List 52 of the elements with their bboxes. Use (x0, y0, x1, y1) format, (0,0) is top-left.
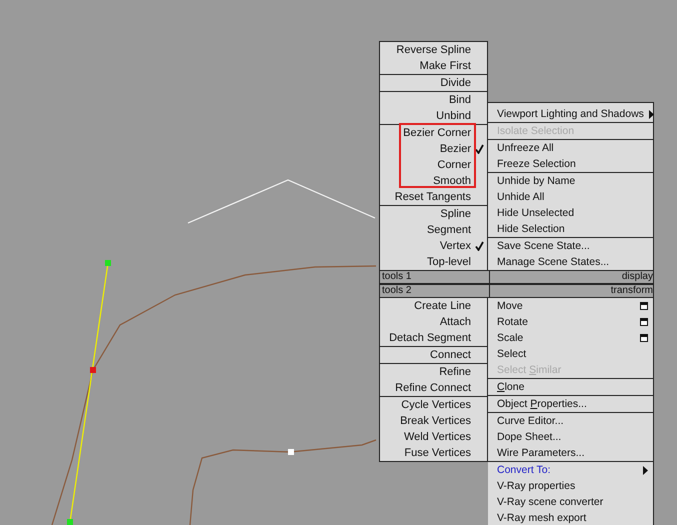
menu-item[interactable]: Hide Unselected (488, 205, 653, 221)
menu-item[interactable]: Save Scene State... (488, 238, 653, 254)
menu-item[interactable]: Bezier (380, 141, 487, 157)
menu-item[interactable]: Manage Scene States... (488, 254, 653, 270)
tangent-handle[interactable] (67, 260, 111, 525)
menu-item[interactable]: V-Ray properties (488, 478, 653, 494)
options-box-icon[interactable] (640, 334, 648, 342)
menu-item[interactable]: Refine Connect (380, 380, 487, 396)
menu-item[interactable]: Bind (380, 92, 487, 108)
quad-header-bar: tools 1 display (379, 270, 654, 284)
menu-item[interactable]: Smooth (380, 173, 487, 189)
menu-item[interactable]: Clone (488, 379, 653, 395)
menu-item[interactable]: Unfreeze All (488, 140, 653, 156)
menu-item[interactable]: Unbind (380, 108, 487, 124)
menu-item[interactable]: Freeze Selection (488, 156, 653, 172)
menu-item[interactable]: Connect (380, 347, 487, 363)
menu-item[interactable]: Unhide by Name (488, 173, 653, 189)
menu-item[interactable]: Fuse Vertices (380, 445, 487, 461)
menu-item[interactable]: Wire Parameters... (488, 445, 653, 461)
menu-item[interactable]: Curve Editor... (488, 413, 653, 429)
menu-item[interactable]: Dope Sheet... (488, 429, 653, 445)
menu-item[interactable]: Attach (380, 314, 487, 330)
menu-item[interactable]: Unhide All (488, 189, 653, 205)
options-box-icon[interactable] (640, 302, 648, 310)
menu-item[interactable]: Reverse Spline (380, 42, 487, 58)
menu-item[interactable]: Spline (380, 206, 487, 222)
menu-item[interactable]: Create Line (380, 298, 487, 314)
options-box-icon[interactable] (640, 318, 648, 326)
menu-item[interactable]: Make First (380, 58, 487, 74)
quad-header-bar: tools 2 transform (379, 284, 654, 298)
menu-item[interactable]: V-Ray mesh export (488, 510, 653, 525)
menu-item[interactable]: Cycle Vertices (380, 397, 487, 413)
menu-item[interactable]: Weld Vertices (380, 429, 487, 445)
menu-item[interactable]: Top-level (380, 254, 487, 270)
menu-item[interactable]: Bezier Corner (380, 125, 487, 141)
menu-item[interactable]: V-Ray scene converter (488, 494, 653, 510)
menu-item[interactable]: Viewport Lighting and Shadows (488, 106, 653, 122)
menu-item[interactable]: Move (488, 298, 653, 314)
menu-item[interactable]: Hide Selection (488, 221, 653, 237)
menu-item[interactable]: Break Vertices (380, 413, 487, 429)
menu-item[interactable]: Object Properties... (488, 396, 653, 412)
menu-item[interactable]: Refine (380, 364, 487, 380)
menu-item[interactable]: Rotate (488, 314, 653, 330)
menu-item[interactable]: Scale (488, 330, 653, 346)
menu-item[interactable]: Corner (380, 157, 487, 173)
menu-item[interactable]: Reset Tangents (380, 189, 487, 205)
menu-item[interactable]: Divide (380, 75, 487, 91)
menu-item[interactable]: Convert To: (488, 462, 653, 478)
menu-item[interactable]: Segment (380, 222, 487, 238)
menu-item[interactable]: Select (488, 346, 653, 362)
menu-item[interactable]: Vertex (380, 238, 487, 254)
menu-item[interactable]: Detach Segment (380, 330, 487, 346)
